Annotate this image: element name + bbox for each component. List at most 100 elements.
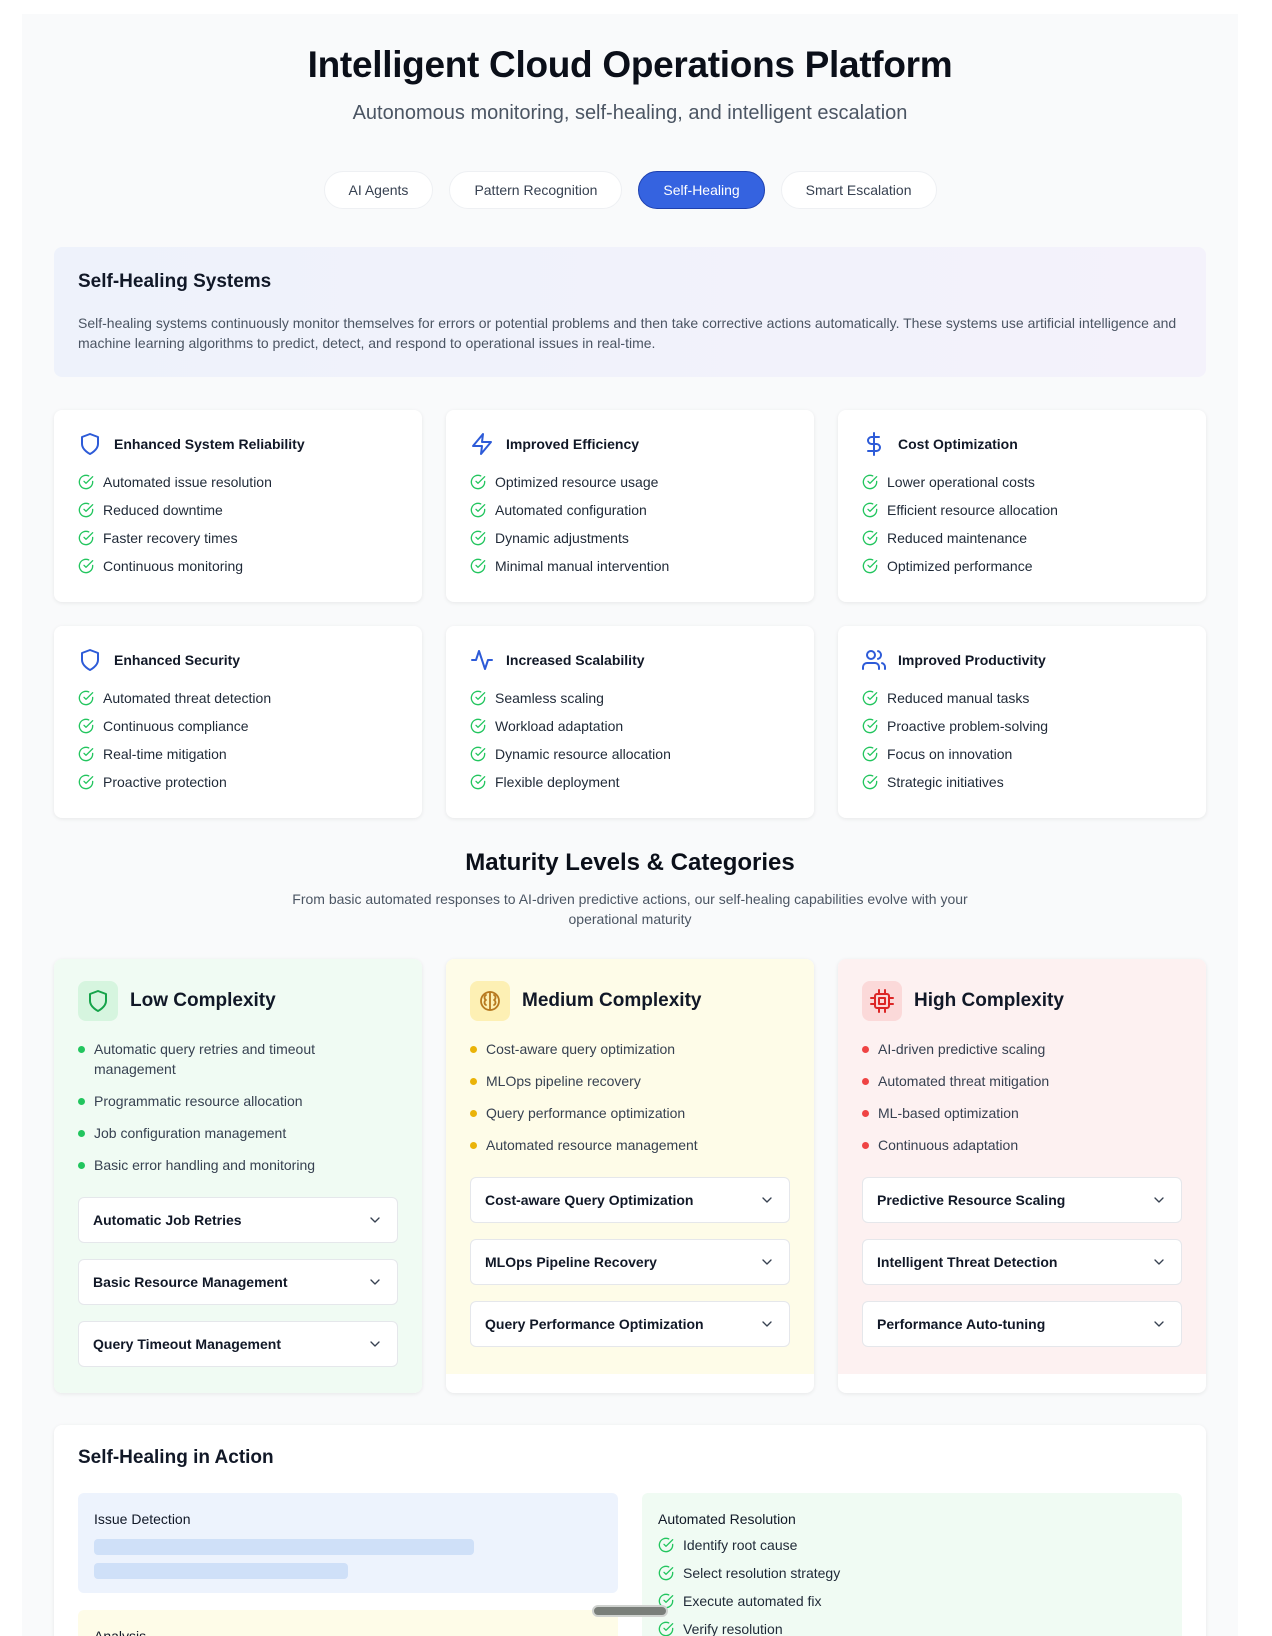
benefit-card: Cost Optimization Lower operational cost… — [838, 410, 1206, 602]
tab-self-healing[interactable]: Self-Healing — [638, 171, 765, 209]
maturity-subtitle: From basic automated responses to AI-dri… — [292, 891, 968, 927]
check-circle-icon — [78, 690, 94, 706]
benefits-grid: Enhanced System Reliability Automated is… — [54, 410, 1206, 818]
list-item: Programmatic resource allocation — [78, 1091, 398, 1111]
benefit-title: Increased Scalability — [506, 652, 645, 668]
check-circle-icon — [658, 1565, 674, 1581]
resolution-step: Select resolution strategy — [658, 1559, 1166, 1587]
check-circle-icon — [862, 746, 878, 762]
benefit-item: Efficient resource allocation — [862, 496, 1182, 524]
benefit-title: Enhanced System Reliability — [114, 436, 305, 452]
benefit-title: Improved Efficiency — [506, 436, 640, 452]
list-item: MLOps pipeline recovery — [470, 1071, 790, 1091]
users-icon — [862, 650, 886, 670]
accordion-mlops-pipeline-recovery[interactable]: MLOps Pipeline Recovery — [470, 1239, 790, 1285]
dollar-icon — [867, 432, 881, 456]
check-circle-icon — [862, 774, 878, 790]
analysis-panel: Analysis — [78, 1610, 618, 1636]
resolution-step: Identify root cause — [658, 1531, 1166, 1559]
benefit-card: Improved Efficiency Optimized resource u… — [446, 410, 814, 602]
page: Intelligent Cloud Operations Platform Au… — [22, 14, 1238, 1636]
check-circle-icon — [78, 718, 94, 734]
activity-icon — [471, 650, 493, 670]
tab-ai-agents[interactable]: AI Agents — [323, 171, 434, 209]
benefit-title: Enhanced Security — [114, 652, 241, 668]
check-circle-icon — [470, 474, 486, 490]
check-circle-icon — [658, 1621, 674, 1636]
accordion-query-timeout-management[interactable]: Query Timeout Management — [78, 1321, 398, 1367]
benefit-item: Real-time mitigation — [78, 740, 398, 768]
benefit-item: Proactive protection — [78, 768, 398, 796]
accordion-intelligent-threat-detection[interactable]: Intelligent Threat Detection — [862, 1239, 1182, 1285]
benefit-title: Cost Optimization — [898, 436, 1018, 452]
maturity-card-high: High Complexity AI-driven predictive sca… — [838, 959, 1206, 1393]
check-circle-icon — [78, 746, 94, 762]
check-circle-icon — [862, 718, 878, 734]
maturity-header: Maturity Levels & Categories From basic … — [22, 849, 1238, 929]
page-subtitle: Autonomous monitoring, self-healing, and… — [352, 102, 908, 124]
list-item: Automatic query retries and timeout mana… — [78, 1039, 398, 1079]
loading-bar — [94, 1563, 348, 1579]
benefit-item: Reduced downtime — [78, 496, 398, 524]
tab-bar: AI Agents Pattern Recognition Self-Heali… — [22, 171, 1238, 209]
chevron-down-icon — [1154, 1197, 1164, 1203]
check-circle-icon — [862, 558, 878, 574]
scroll-handle[interactable] — [592, 1605, 668, 1617]
shield-icon — [89, 990, 107, 1012]
benefit-item: Faster recovery times — [78, 524, 398, 552]
shield-icon — [81, 433, 99, 455]
maturity-level-title: High Complexity — [914, 990, 1064, 1011]
check-circle-icon — [470, 502, 486, 518]
intro-panel: Self-Healing Systems Self-healing system… — [54, 247, 1206, 377]
benefit-item: Automated threat detection — [78, 684, 398, 712]
benefit-item: Reduced manual tasks — [862, 684, 1182, 712]
benefit-item: Optimized resource usage — [470, 468, 790, 496]
check-circle-icon — [470, 718, 486, 734]
check-circle-icon — [470, 690, 486, 706]
list-item: Job configuration management — [78, 1123, 398, 1143]
accordion-cost-aware-query-optimization[interactable]: Cost-aware Query Optimization — [470, 1177, 790, 1223]
chevron-down-icon — [1154, 1259, 1164, 1265]
accordion-query-performance-optimization[interactable]: Query Performance Optimization — [470, 1301, 790, 1347]
check-circle-icon — [78, 774, 94, 790]
benefit-item: Lower operational costs — [862, 468, 1182, 496]
benefit-card: Improved Productivity Reduced manual tas… — [838, 626, 1206, 818]
maturity-level-title: Low Complexity — [130, 990, 276, 1011]
list-item: Automated threat mitigation — [862, 1071, 1182, 1091]
check-circle-icon — [658, 1537, 674, 1553]
benefit-item: Automated issue resolution — [78, 468, 398, 496]
check-circle-icon — [862, 502, 878, 518]
page-title: Intelligent Cloud Operations Platform — [307, 44, 953, 85]
benefit-item: Dynamic adjustments — [470, 524, 790, 552]
maturity-card-low: Low Complexity Automatic query retries a… — [54, 959, 422, 1393]
chevron-down-icon — [370, 1341, 380, 1347]
check-circle-icon — [78, 558, 94, 574]
maturity-card-medium: Medium Complexity Cost-aware query optim… — [446, 959, 814, 1393]
benefit-item: Flexible deployment — [470, 768, 790, 796]
accordion-automatic-job-retries[interactable]: Automatic Job Retries — [78, 1197, 398, 1243]
check-circle-icon — [862, 474, 878, 490]
action-title: Self-Healing in Action — [78, 1447, 274, 1468]
tab-smart-escalation[interactable]: Smart Escalation — [780, 171, 937, 209]
chevron-down-icon — [370, 1279, 380, 1285]
maturity-grid: Low Complexity Automatic query retries a… — [54, 959, 1206, 1393]
resolution-title: Automated Resolution — [658, 1511, 796, 1527]
list-item: Basic error handling and monitoring — [78, 1155, 398, 1175]
check-circle-icon — [470, 746, 486, 762]
intro-title: Self-Healing Systems — [78, 271, 272, 292]
loading-bar — [94, 1539, 474, 1555]
list-item: ML-based optimization — [862, 1103, 1182, 1123]
maturity-title: Maturity Levels & Categories — [465, 849, 795, 876]
shield-icon — [81, 649, 99, 671]
check-circle-icon — [78, 502, 94, 518]
check-circle-icon — [470, 530, 486, 546]
accordion-predictive-resource-scaling[interactable]: Predictive Resource Scaling — [862, 1177, 1182, 1223]
chevron-down-icon — [370, 1217, 380, 1223]
benefit-item: Reduced maintenance — [862, 524, 1182, 552]
lightning-icon — [472, 433, 492, 455]
accordion-basic-resource-management[interactable]: Basic Resource Management — [78, 1259, 398, 1305]
accordion-performance-auto-tuning[interactable]: Performance Auto-tuning — [862, 1301, 1182, 1347]
list-item: Cost-aware query optimization — [470, 1039, 790, 1059]
tab-pattern-recognition[interactable]: Pattern Recognition — [449, 171, 623, 209]
check-circle-icon — [470, 774, 486, 790]
